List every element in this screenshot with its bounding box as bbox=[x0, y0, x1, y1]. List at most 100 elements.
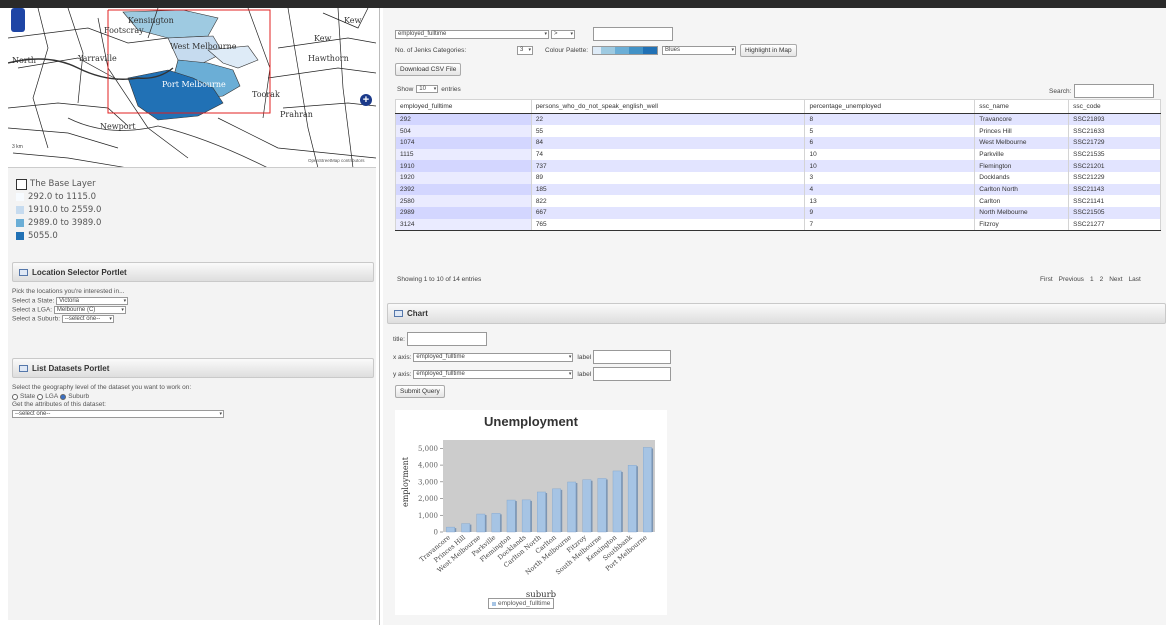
table-row[interactable]: 292 22 8 Travancore SSC21893 bbox=[395, 113, 1161, 126]
column-header[interactable]: ssc_name bbox=[974, 99, 1070, 114]
x-axis-select[interactable]: employed_fulltime ▾ bbox=[413, 352, 574, 362]
table-row[interactable]: 3124 765 7 Fitzroy SSC21277 bbox=[395, 218, 1161, 231]
bar-shadow bbox=[530, 500, 532, 532]
y-axis-select[interactable]: employed_fulltime ▾ bbox=[413, 369, 574, 379]
pagination-previous[interactable]: Previous bbox=[1059, 276, 1084, 283]
table-cell: SSC21893 bbox=[1068, 113, 1161, 126]
filter-value-input[interactable] bbox=[592, 27, 673, 41]
radio-state[interactable] bbox=[12, 393, 18, 400]
pagination-page-2[interactable]: 2 bbox=[1100, 276, 1104, 283]
column-header[interactable]: percentage_unemployed bbox=[804, 99, 976, 114]
chart-plot-area: 01,0002,0003,0004,0005,000TravancorePrin… bbox=[418, 440, 655, 577]
table-row[interactable]: 2989 667 9 North Melbourne SSC21505 bbox=[395, 207, 1161, 219]
x-label-text: label bbox=[577, 353, 592, 361]
jenks-select[interactable]: 3 ▾ bbox=[517, 46, 533, 55]
bar-shadow bbox=[621, 471, 623, 532]
table-row[interactable]: 504 55 5 Princes Hill SSC21633 bbox=[395, 125, 1161, 137]
highlight-in-map-button[interactable]: Highlight in Map bbox=[740, 44, 797, 57]
column-divider[interactable] bbox=[379, 8, 380, 625]
datasets-portlet-header[interactable]: List Datasets Portlet bbox=[12, 358, 374, 378]
table-search: Search: bbox=[1049, 84, 1155, 98]
table-row[interactable]: 1115 74 10 Parkville SSC21535 bbox=[395, 148, 1161, 161]
table-row[interactable]: 1074 84 6 West Melbourne SSC21729 bbox=[395, 136, 1161, 149]
state-select[interactable]: Victoria ▾ bbox=[56, 296, 129, 305]
bar bbox=[597, 478, 607, 533]
download-row: Download CSV File bbox=[395, 63, 462, 76]
chevron-down-icon: ▾ bbox=[433, 86, 437, 92]
palette-label: Colour Palette: bbox=[545, 47, 588, 54]
column-header[interactable]: employed_fulltime bbox=[395, 99, 532, 114]
table-cell: 10 bbox=[804, 148, 976, 161]
table-cell: 292 bbox=[395, 113, 532, 126]
map-label-port-melbourne: Port Melbourne bbox=[162, 80, 226, 89]
map-credit: OpenStreetMap contributors bbox=[308, 158, 365, 163]
palette-select[interactable]: Blues ▾ bbox=[662, 46, 736, 55]
y-tick-label: 4,000 bbox=[418, 462, 438, 470]
download-csv-button[interactable]: Download CSV File bbox=[395, 63, 462, 76]
palette-swatch bbox=[615, 47, 629, 54]
table-cell: SSC21277 bbox=[1068, 218, 1161, 231]
table-cell: 55 bbox=[530, 125, 806, 137]
radio-lga[interactable] bbox=[37, 393, 44, 400]
table-row[interactable]: 2580 822 13 Carlton SSC21141 bbox=[395, 195, 1161, 207]
map-logo-icon bbox=[11, 8, 25, 32]
table-length-control: Show 10 ▾ entries bbox=[397, 85, 461, 93]
map-label-north: North bbox=[12, 56, 37, 65]
table-cell: Travancore bbox=[974, 113, 1070, 126]
base-layer-checkbox[interactable] bbox=[16, 178, 27, 190]
map-label-west-melbourne: West Melbourne bbox=[170, 42, 237, 51]
jenks-label: No. of Jenks Categories: bbox=[395, 47, 467, 54]
y-label-input[interactable] bbox=[593, 367, 672, 381]
operator-select[interactable]: > ▾ bbox=[550, 29, 575, 39]
map-label-prahran: Prahran bbox=[280, 110, 313, 119]
search-label: Search: bbox=[1049, 87, 1072, 95]
table-cell: West Melbourne bbox=[974, 136, 1070, 149]
operator-select-value: > bbox=[553, 30, 558, 37]
table-cell: 822 bbox=[530, 195, 806, 207]
bar-chart: Unemployment employment suburb 01,0002,0… bbox=[401, 414, 655, 600]
location-portlet-header[interactable]: Location Selector Portlet bbox=[12, 262, 374, 282]
table-row[interactable]: 1920 89 3 Docklands SSC21229 bbox=[395, 171, 1161, 184]
suburb-select[interactable]: --select one-- ▾ bbox=[61, 314, 114, 323]
attributes-select[interactable]: --select one-- ▾ bbox=[12, 409, 224, 418]
column-header[interactable]: ssc_code bbox=[1068, 99, 1161, 114]
table-cell: 1910 bbox=[395, 160, 532, 172]
radio-suburb[interactable] bbox=[60, 393, 67, 400]
pagination-first[interactable]: First bbox=[1040, 276, 1053, 283]
submit-query-button[interactable]: Submit Query bbox=[395, 385, 445, 398]
bar-shadow bbox=[454, 528, 457, 532]
palette-preview bbox=[592, 46, 658, 55]
show-label: Show bbox=[397, 85, 414, 93]
entries-label: entries bbox=[441, 85, 461, 93]
pagination-page-1[interactable]: 1 bbox=[1090, 276, 1094, 283]
column-header[interactable]: persons_who_do_not_speak_english_well bbox=[530, 99, 806, 114]
table-cell: 3124 bbox=[395, 218, 532, 231]
state-label: Select a State: bbox=[12, 297, 55, 305]
pagination-last[interactable]: Last bbox=[1129, 276, 1141, 283]
lga-select[interactable]: Melbourne (C) ▾ bbox=[53, 305, 126, 314]
attribute-select[interactable]: employed_fulltime ▾ bbox=[395, 29, 549, 39]
search-input[interactable] bbox=[1074, 84, 1155, 98]
table-row[interactable]: 1910 737 10 Flemington SSC21201 bbox=[395, 160, 1161, 172]
y-tick-label: 0 bbox=[434, 529, 438, 537]
chart-portlet-title: Chart bbox=[407, 309, 428, 318]
attributes-label: Get the attributes of this dataset: bbox=[12, 401, 106, 408]
table-cell: 7 bbox=[804, 218, 976, 231]
chart-title-input[interactable] bbox=[406, 332, 487, 346]
table-pagination: First Previous 1 2 Next Last bbox=[1040, 276, 1141, 283]
bar-shadow bbox=[500, 514, 502, 532]
entries-select[interactable]: 10 ▾ bbox=[416, 85, 439, 93]
table-cell: 84 bbox=[530, 136, 806, 149]
map-zoom-in-button[interactable]: + bbox=[360, 94, 372, 106]
table-row[interactable]: 2392 185 4 Carlton North SSC21143 bbox=[395, 183, 1161, 196]
table-info: Showing 1 to 10 of 14 entries bbox=[397, 276, 482, 283]
chart-title-label: title: bbox=[393, 335, 405, 343]
x-label-input[interactable] bbox=[593, 350, 672, 364]
suburb-label: Select a Suburb: bbox=[12, 315, 61, 323]
pagination-next[interactable]: Next bbox=[1109, 276, 1122, 283]
legend-item: 1910.0 to 2559.0 bbox=[16, 204, 101, 216]
chart-portlet-header[interactable]: Chart bbox=[387, 303, 1166, 324]
legend-base-layer[interactable]: The Base Layer bbox=[16, 178, 101, 190]
chart-title-row: title: bbox=[393, 332, 487, 346]
map-view[interactable]: Kensington Footscray Kew Kew West Melbou… bbox=[8, 8, 376, 168]
